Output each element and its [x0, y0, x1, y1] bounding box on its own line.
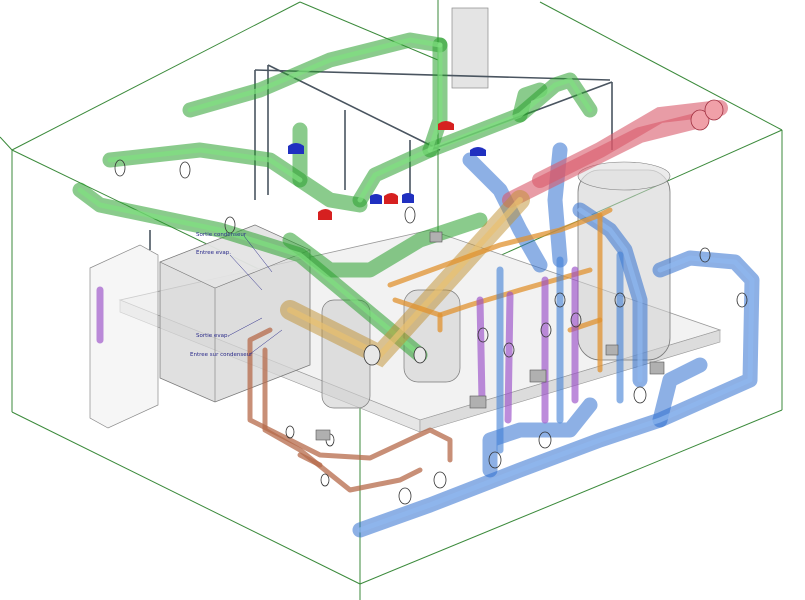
- viewport-3d[interactable]: Sortie condenseur Entree evap. Sortie ev…: [0, 0, 805, 600]
- plant-room-isometric: [0, 0, 783, 600]
